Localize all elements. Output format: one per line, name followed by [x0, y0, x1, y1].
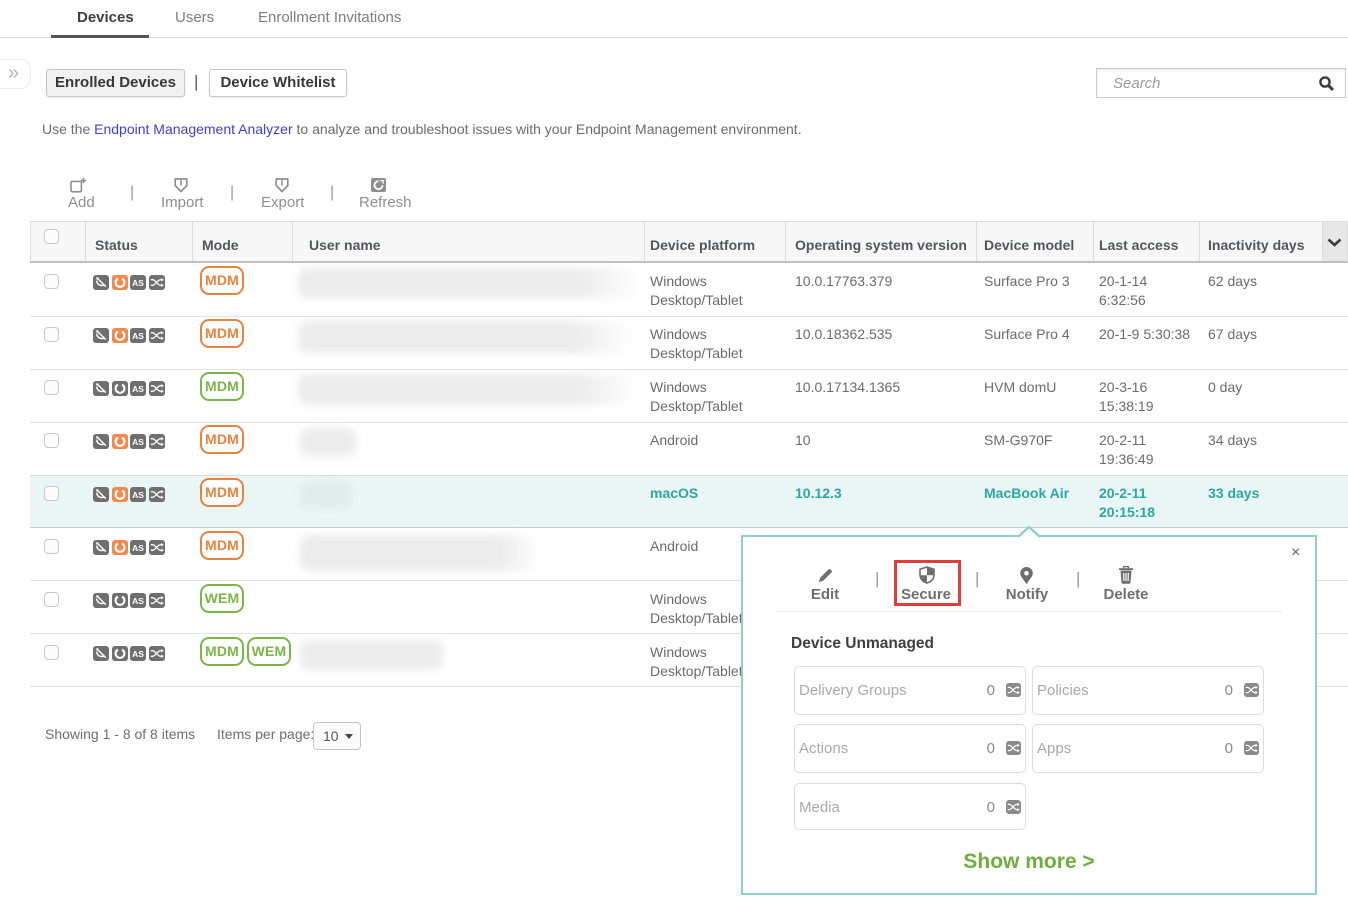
svg-text:AS: AS: [132, 649, 144, 659]
svg-text:AS: AS: [132, 437, 144, 447]
svg-text:AS: AS: [132, 331, 144, 341]
svg-text:AS: AS: [132, 384, 144, 394]
svg-text:AS: AS: [132, 278, 144, 288]
svg-text:AS: AS: [132, 596, 144, 606]
svg-text:AS: AS: [132, 543, 144, 553]
svg-text:AS: AS: [132, 490, 144, 500]
